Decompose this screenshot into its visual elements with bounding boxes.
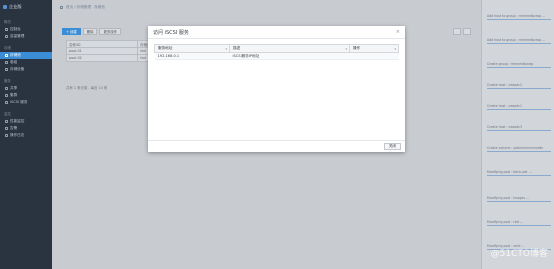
- iscsi-access-dialog: 访问 iSCSI 服务 × 服务地址 ▾ 描述 ▾ 操作 ▾ 192.168.0.1 …: [148, 26, 405, 152]
- column-header-address[interactable]: 服务地址 ▾: [154, 44, 230, 53]
- close-button[interactable]: 关闭: [383, 143, 401, 150]
- action-cell: [349, 52, 399, 60]
- sort-icon[interactable]: ▾: [225, 47, 227, 51]
- sort-icon[interactable]: ▾: [394, 47, 396, 51]
- watermark: @51CTO博客: [490, 249, 548, 259]
- column-header-description[interactable]: 描述 ▾: [229, 44, 350, 53]
- sort-icon[interactable]: ▾: [345, 47, 347, 51]
- dialog-footer: 关闭: [148, 140, 405, 152]
- description-cell: iSCSI服务IP地址: [229, 52, 350, 60]
- table-row[interactable]: 192.168.0.1 iSCSI服务IP地址: [154, 52, 399, 60]
- column-header-action[interactable]: 操作 ▾: [349, 44, 399, 53]
- dialog-title: 访问 iSCSI 服务: [148, 26, 405, 39]
- iscsi-address-table: 服务地址 ▾ 描述 ▾ 操作 ▾ 192.168.0.1 iSCSI服务IP地址: [154, 44, 399, 60]
- address-cell: 192.168.0.1: [154, 52, 230, 60]
- close-icon[interactable]: ×: [396, 29, 400, 35]
